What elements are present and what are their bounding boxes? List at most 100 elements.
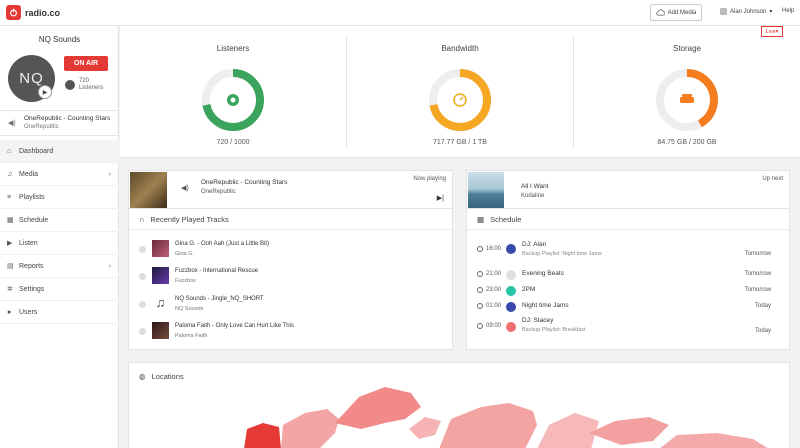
album-art bbox=[468, 172, 504, 209]
headphones-icon: ∩ bbox=[139, 214, 145, 224]
sidebar-item-dashboard[interactable]: ⌂ Dashboard bbox=[0, 140, 119, 163]
track-index-dot bbox=[139, 273, 146, 280]
list-item[interactable]: Gina G. - Ooh Aah (Just a Little Bit) Gi… bbox=[129, 239, 452, 259]
help-link[interactable]: Help bbox=[782, 8, 794, 14]
list-item[interactable]: Paloma Faith - Only Love Can Hurt Like T… bbox=[129, 321, 452, 341]
track-thumb bbox=[152, 240, 169, 257]
sidebar-item-reports[interactable]: ▤ Reports › bbox=[0, 255, 119, 278]
calendar-icon: ▦ bbox=[7, 217, 14, 224]
sidebar-item-settings[interactable]: ✲ Settings bbox=[0, 278, 119, 301]
storage-gauge bbox=[656, 69, 718, 131]
play-icon: ▶ bbox=[42, 89, 48, 96]
stat-value: 717.77 GB / 1 TB bbox=[433, 139, 487, 146]
track-index-dot bbox=[139, 246, 146, 253]
clock-icon bbox=[477, 246, 483, 252]
chevron-right-icon: › bbox=[108, 170, 111, 178]
add-media-label: Add Media bbox=[667, 9, 697, 16]
storage-stat: Storage 84.75 GB / 200 GB bbox=[574, 26, 800, 158]
sidebar-item-label: Dashboard bbox=[19, 147, 54, 155]
caret-down-icon: ▾ bbox=[769, 9, 773, 15]
now-playing-artist: OneRepublic bbox=[201, 189, 236, 195]
track-artist: Paloma Faith bbox=[175, 333, 208, 339]
track-title: NQ Sounds - Jingle_NQ_SHORT bbox=[175, 296, 264, 302]
map-region bbox=[537, 413, 599, 448]
stat-title: Storage bbox=[672, 44, 702, 53]
hard-drive-icon bbox=[680, 94, 694, 103]
up-next-card: All I Want Kodaline Up next bbox=[466, 170, 790, 209]
music-icon: ♫ bbox=[7, 170, 13, 178]
speedometer-icon bbox=[453, 93, 467, 107]
clock-icon bbox=[477, 303, 483, 309]
schedule-subtitle: Backup Playlist: Breakfast bbox=[522, 327, 586, 333]
calendar-icon: ▦ bbox=[477, 214, 485, 224]
stat-value: 720 / 1000 bbox=[216, 139, 250, 146]
show-avatar bbox=[506, 322, 516, 332]
listeners-count: 720 bbox=[79, 78, 90, 84]
listeners-label: Listeners bbox=[79, 85, 104, 91]
schedule-time: 23:00 bbox=[486, 287, 502, 293]
chevron-right-icon: › bbox=[108, 262, 111, 270]
live-dropdown[interactable]: Live ▾ bbox=[761, 26, 783, 37]
volume-icon[interactable]: ◀) bbox=[8, 119, 16, 127]
up-next-label: Up next bbox=[762, 176, 783, 182]
logo[interactable]: radio.co bbox=[6, 5, 60, 20]
sidebar-item-label: Schedule bbox=[19, 216, 49, 224]
sidebar-item-label: Listen bbox=[19, 239, 38, 247]
station-name: NQ Sounds bbox=[38, 35, 81, 44]
schedule-day: Tomorrow bbox=[744, 287, 771, 293]
gear-icon: ✲ bbox=[7, 286, 13, 293]
track-artist: NQ Sounds bbox=[175, 306, 204, 312]
recent-tracks-heading: Recently Played Tracks bbox=[150, 214, 229, 224]
schedule-title: DJ: Alan bbox=[522, 241, 547, 248]
sidebar-item-schedule[interactable]: ▦ Schedule bbox=[0, 209, 119, 232]
schedule-card: ▦ Schedule 16:00 DJ: Alan Backup Playlis… bbox=[466, 208, 790, 350]
track-title: Gina G. - Ooh Aah (Just a Little Bit) bbox=[175, 241, 270, 247]
volume-icon[interactable]: ◀) bbox=[181, 184, 189, 192]
list-icon: ≡ bbox=[7, 193, 12, 201]
map-region-highlight bbox=[244, 423, 281, 448]
sidebar-item-label: Media bbox=[19, 170, 39, 178]
map-region bbox=[660, 433, 768, 448]
now-playing-card: ◀) OneRepublic - Counting Stars OneRepub… bbox=[128, 170, 453, 209]
add-media-button[interactable]: Add Media bbox=[650, 4, 702, 21]
user-name: Alan Johnson bbox=[730, 8, 767, 15]
schedule-day: Tomorrow bbox=[744, 271, 771, 277]
avatar bbox=[720, 8, 727, 15]
up-next-title: All I Want bbox=[521, 183, 549, 190]
list-item[interactable]: ♫ NQ Sounds - Jingle_NQ_SHORT NQ Sounds bbox=[129, 294, 452, 314]
user-menu[interactable]: Alan Johnson ▾ bbox=[720, 8, 772, 15]
sidebar-item-label: Users bbox=[19, 308, 38, 316]
sidebar-item-users[interactable]: ● Users bbox=[0, 301, 119, 324]
map-region bbox=[409, 417, 441, 439]
schedule-day: Tomorrow bbox=[744, 251, 771, 257]
home-icon: ⌂ bbox=[7, 147, 12, 155]
list-item[interactable]: Fuzzbox - International Rescue Fuzzbox bbox=[129, 266, 452, 286]
schedule-time: 01:00 bbox=[486, 303, 502, 309]
clock-icon bbox=[477, 287, 483, 293]
locations-map[interactable] bbox=[129, 363, 790, 448]
on-air-badge[interactable]: ON AIR bbox=[64, 56, 108, 71]
locations-card: ◍ Locations bbox=[128, 362, 790, 448]
schedule-heading: Schedule bbox=[490, 214, 522, 224]
track-index-dot bbox=[139, 301, 146, 308]
headphones-icon bbox=[65, 80, 75, 90]
skip-icon[interactable]: ▶| bbox=[437, 194, 444, 202]
sidebar-item-media[interactable]: ♫ Media › bbox=[0, 163, 119, 186]
track-title: Paloma Faith - Only Love Can Hurt Like T… bbox=[175, 323, 294, 329]
schedule-title: 2PM bbox=[522, 286, 536, 293]
play-button[interactable]: ▶ bbox=[38, 85, 52, 99]
sidebar-item-label: Reports bbox=[19, 262, 44, 270]
schedule-row[interactable]: 09:00 DJ: Stacey Backup Playlist: Breakf… bbox=[467, 314, 789, 338]
top-bar: radio.co Add Media Alan Johnson ▾ Help bbox=[0, 0, 800, 26]
track-thumb bbox=[152, 322, 169, 339]
schedule-time: 16:00 bbox=[486, 246, 502, 252]
sidebar-item-playlists[interactable]: ≡ Playlists bbox=[0, 186, 119, 209]
bandwidth-stat: Bandwidth 717.77 GB / 1 TB bbox=[347, 26, 573, 158]
schedule-row[interactable]: 16:00 DJ: Alan Backup Playlist: Night ti… bbox=[467, 239, 789, 261]
now-playing-label: Now playing bbox=[413, 176, 446, 182]
headphones-icon bbox=[227, 94, 239, 106]
map-region bbox=[589, 417, 669, 445]
reports-icon: ▤ bbox=[7, 263, 14, 270]
sidebar-item-listen[interactable]: ▶ Listen bbox=[0, 232, 119, 255]
user-icon: ● bbox=[7, 308, 12, 316]
